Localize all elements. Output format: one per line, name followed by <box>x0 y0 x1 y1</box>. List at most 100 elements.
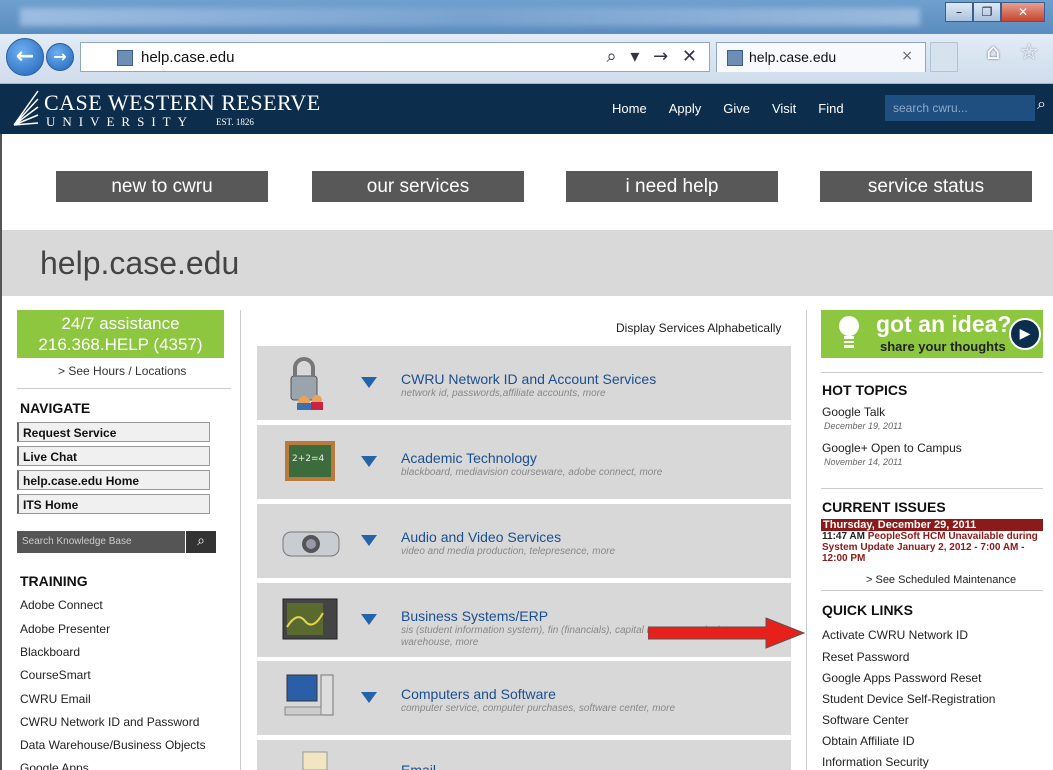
column-divider <box>806 310 807 770</box>
site-header: CASE WESTERN RESERVE UNIVERSITY EST. 182… <box>0 84 1053 134</box>
quick-links-heading: QUICK LINKS <box>822 602 913 618</box>
training-link[interactable]: CourseSmart <box>20 668 91 682</box>
service-desc: computer service, computer purchases, so… <box>401 703 676 714</box>
service-desc: video and media production, telepresence… <box>401 546 616 557</box>
help-home-button[interactable]: help.case.edu Home <box>17 470 210 490</box>
email-icon <box>302 751 328 770</box>
service-title[interactable]: CWRU Network ID and Account Services <box>401 371 656 387</box>
quick-link[interactable]: Activate CWRU Network ID <box>822 628 968 642</box>
back-button[interactable]: ← <box>6 38 44 76</box>
scheduled-maintenance-link[interactable]: > See Scheduled Maintenance <box>866 574 1016 586</box>
service-title[interactable]: Email <box>401 762 436 770</box>
page-title-bar: help.case.edu <box>0 230 1053 296</box>
quick-link[interactable]: Obtain Affiliate ID <box>822 734 915 748</box>
idea-title: got an idea? <box>876 311 1012 337</box>
logo-est: EST. 1826 <box>216 117 254 127</box>
chalkboard-icon: 2+2=4 <box>285 441 335 481</box>
new-tab-button[interactable] <box>930 42 958 72</box>
divider <box>821 590 1043 591</box>
nav-our-services[interactable]: our services <box>312 171 524 202</box>
maximize-button[interactable]: ❐ <box>973 2 1001 22</box>
training-link[interactable]: Adobe Connect <box>20 598 103 612</box>
live-chat-button[interactable]: Live Chat <box>17 446 210 466</box>
service-desc: blackboard, mediavision courseware, adob… <box>401 467 663 478</box>
left-sidebar: 24/7 assistance 216.368.HELP (4357) > Se… <box>0 296 240 770</box>
lock-users-icon <box>290 357 323 410</box>
service-row-email[interactable]: Email <box>257 740 791 770</box>
display-alphabetically-link[interactable]: Display Services Alphabetically <box>616 321 781 335</box>
tab-title: help.case.edu <box>749 49 837 65</box>
service-row-academic-technology[interactable]: 2+2=4 Academic Technology blackboard, me… <box>257 425 791 499</box>
topnav-apply[interactable]: Apply <box>669 101 702 116</box>
expand-icon[interactable] <box>361 535 377 546</box>
minimize-button[interactable]: – <box>945 2 973 22</box>
nav-service-status[interactable]: service status <box>820 171 1032 202</box>
logo-wordmark[interactable]: CASE WESTERN RESERVE <box>44 90 321 116</box>
address-bar[interactable]: help.case.edu ⌕ ▾ → ✕ <box>80 42 710 72</box>
hot-topic-link[interactable]: Google Talk <box>822 405 885 419</box>
quick-link[interactable]: Reset Password <box>822 650 909 664</box>
divider <box>821 372 1043 373</box>
browser-tab[interactable]: help.case.edu × <box>716 42 926 72</box>
address-tools[interactable]: ⌕ ▾ → ✕ <box>607 46 701 67</box>
issue-date: Thursday, December 29, 2011 <box>821 519 1043 531</box>
current-issues-heading: CURRENT ISSUES <box>822 499 946 515</box>
hot-topic-date: December 19, 2011 <box>824 421 903 431</box>
hot-topic-date: November 14, 2011 <box>824 457 903 467</box>
service-row-computers-software[interactable]: Computers and Software computer service,… <box>257 661 791 735</box>
kb-search-input[interactable]: Search Knowledge Base <box>17 531 185 553</box>
nav-new-to-cwru[interactable]: new to cwru <box>56 171 268 202</box>
forward-button[interactable]: → <box>46 43 74 71</box>
expand-icon[interactable] <box>361 456 377 467</box>
training-heading: TRAINING <box>20 573 88 589</box>
idea-banner[interactable]: got an idea? share your thoughts ▶ <box>821 310 1043 358</box>
quick-link[interactable]: Information Security <box>822 755 929 769</box>
column-divider <box>240 310 241 770</box>
expand-icon[interactable] <box>361 377 377 388</box>
assistance-box[interactable]: 24/7 assistance 216.368.HELP (4357) <box>17 310 224 358</box>
training-link[interactable]: Blackboard <box>20 645 80 659</box>
training-link[interactable]: Google Apps <box>20 761 89 770</box>
quick-link[interactable]: Student Device Self-Registration <box>822 692 995 706</box>
service-title[interactable]: Business Systems/ERP <box>401 608 548 624</box>
topnav-visit[interactable]: Visit <box>772 101 796 116</box>
quick-link[interactable]: Google Apps Password Reset <box>822 671 981 685</box>
service-row-audio-video[interactable]: Audio and Video Services video and media… <box>257 504 791 578</box>
service-title[interactable]: Computers and Software <box>401 686 556 702</box>
tab-close-icon[interactable]: × <box>901 48 913 64</box>
service-title[interactable]: Academic Technology <box>401 450 537 466</box>
topnav-give[interactable]: Give <box>723 101 750 116</box>
nav-i-need-help[interactable]: i need help <box>566 171 778 202</box>
training-link[interactable]: Adobe Presenter <box>20 622 110 636</box>
play-icon[interactable]: ▶ <box>1009 318 1041 350</box>
service-row-network-id[interactable]: CWRU Network ID and Account Services net… <box>257 346 791 420</box>
hours-locations-link[interactable]: > See Hours / Locations <box>58 364 186 378</box>
svg-text:2+2=4: 2+2=4 <box>292 454 325 464</box>
assist-phone: 216.368.HELP (4357) <box>38 335 203 354</box>
site-search-input[interactable]: search cwru... <box>885 95 1035 121</box>
window-controls: – ❐ ✕ <box>945 2 1045 22</box>
search-icon[interactable]: ⌕ <box>1037 94 1046 114</box>
expand-icon[interactable] <box>361 692 377 703</box>
site-favicon-icon <box>117 50 133 66</box>
top-nav: Home Apply Give Visit Find <box>612 101 844 116</box>
navigate-heading: NAVIGATE <box>20 400 91 416</box>
kb-search-icon[interactable]: ⌕ <box>186 531 216 553</box>
service-title[interactable]: Audio and Video Services <box>401 529 561 545</box>
expand-icon[interactable] <box>361 614 377 625</box>
training-link[interactable]: CWRU Network ID and Password <box>20 715 199 729</box>
issue-item[interactable]: 11:47 AM PeopleSoft HCM Unavailable duri… <box>822 531 1044 564</box>
lightbulb-icon <box>839 316 859 348</box>
close-window-button[interactable]: ✕ <box>1001 2 1045 22</box>
training-link[interactable]: CWRU Email <box>20 692 91 706</box>
hot-topic-link[interactable]: Google+ Open to Campus <box>822 441 962 455</box>
home-favorites-icons[interactable]: ⌂ ☆ <box>986 40 1045 65</box>
its-home-button[interactable]: ITS Home <box>17 494 210 514</box>
topnav-home[interactable]: Home <box>612 101 647 116</box>
request-service-button[interactable]: Request Service <box>17 422 210 442</box>
topnav-find[interactable]: Find <box>818 101 843 116</box>
monitor-chart-icon <box>282 598 338 640</box>
quick-link[interactable]: Software Center <box>822 713 909 727</box>
training-link[interactable]: Data Warehouse/Business Objects <box>20 738 206 752</box>
address-text[interactable]: help.case.edu <box>141 49 234 66</box>
